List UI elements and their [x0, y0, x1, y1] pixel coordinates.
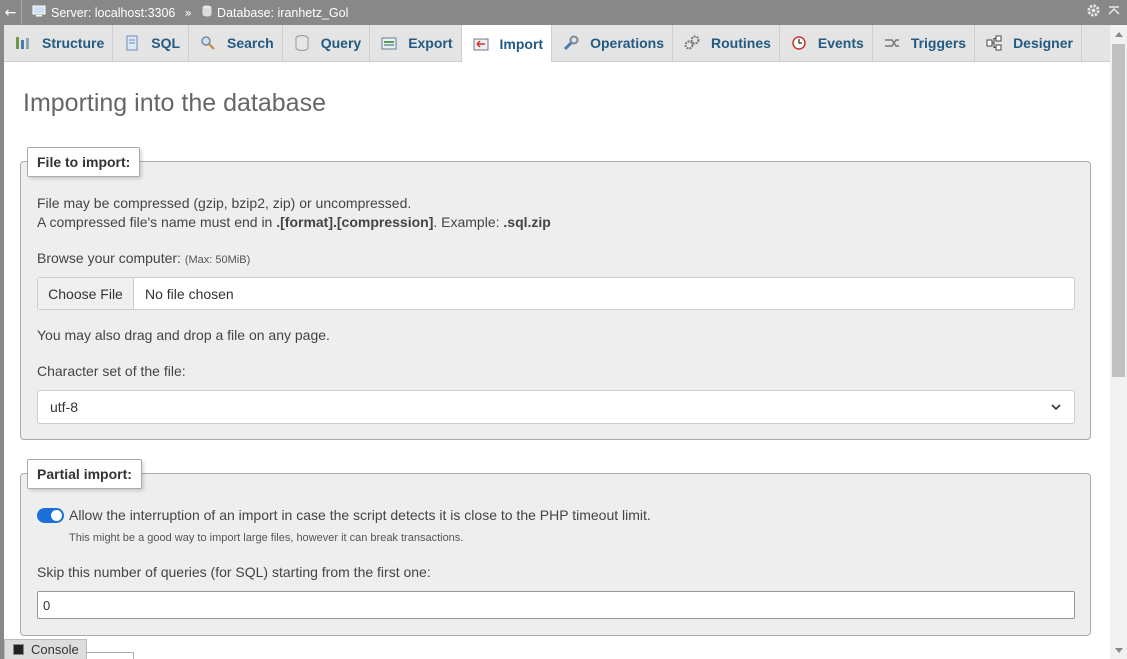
tab-sql[interactable]: SQL — [113, 25, 190, 61]
compression-info-line1: File may be compressed (gzip, bzip2, zip… — [37, 195, 412, 211]
tab-label: Query — [320, 35, 362, 51]
breadcrumb-server-label: Server: localhost:3306 — [51, 5, 176, 20]
line2-prefix: A compressed file's name must end in — [37, 214, 277, 230]
page-title: Importing into the database — [23, 89, 326, 117]
main-content: Importing into the database File to impo… — [4, 62, 1110, 659]
tab-export[interactable]: Export — [370, 25, 462, 61]
line2-mid: . Example: — [433, 214, 504, 230]
tab-designer[interactable]: Designer — [975, 25, 1082, 61]
console-icon — [13, 644, 24, 655]
tab-operations[interactable]: Operations — [552, 25, 673, 61]
server-icon — [32, 5, 46, 20]
import-icon — [472, 36, 490, 52]
file-to-import-fieldset: File to import: File may be compressed (… — [20, 147, 1091, 440]
drag-drop-hint: You may also drag and drop a file on any… — [37, 327, 330, 343]
scrollbar-thumb[interactable] — [1112, 44, 1125, 377]
chevron-down-icon — [1050, 400, 1062, 416]
scroll-up-arrow-icon[interactable] — [1110, 25, 1127, 42]
console-label: Console — [31, 642, 79, 657]
tab-routines[interactable]: Routines — [673, 25, 780, 61]
file-input[interactable]: Choose File No file chosen — [37, 277, 1075, 310]
charset-value: utf-8 — [50, 399, 79, 415]
partial-import-legend: Partial import: — [27, 459, 142, 489]
file-chosen-status: No file chosen — [145, 285, 234, 302]
back-arrow-icon[interactable]: ← — [0, 0, 22, 25]
browse-text: Browse your computer: — [37, 250, 185, 266]
breadcrumb-server[interactable]: Server: localhost:3306 — [32, 5, 175, 20]
database-icon — [202, 5, 212, 20]
tab-label: Events — [817, 35, 864, 51]
allow-interrupt-toggle[interactable] — [37, 508, 64, 523]
tab-label: Triggers — [910, 35, 967, 51]
export-icon — [380, 35, 398, 51]
sql-icon — [123, 35, 141, 51]
next-fieldset-legend-peek — [80, 652, 134, 659]
tab-triggers[interactable]: Triggers — [873, 25, 976, 61]
collapse-icon[interactable] — [1107, 4, 1121, 22]
structure-icon — [14, 35, 32, 51]
tab-label: Routines — [711, 35, 771, 51]
breadcrumb-database[interactable]: Database: iranhetz_Gol — [202, 5, 348, 20]
breadcrumb-separator: » — [184, 5, 193, 20]
skip-queries-input[interactable]: 0 — [37, 591, 1075, 619]
max-size: (Max: 50MiB) — [184, 254, 251, 266]
tab-bar: Structure SQL Search Query Export Import… — [4, 25, 1110, 62]
charset-select[interactable]: utf-8 — [37, 390, 1075, 424]
tab-label: Structure — [42, 35, 105, 51]
allow-interrupt-label[interactable]: Allow the interruption of an import in c… — [69, 507, 651, 523]
settings-gear-icon[interactable] — [1086, 3, 1101, 22]
tab-structure[interactable]: Structure — [4, 25, 114, 61]
file-to-import-legend: File to import: — [27, 147, 141, 177]
wrench-icon — [562, 35, 580, 51]
line2-format: .[format].[compression] — [276, 214, 434, 230]
charset-label: Character set of the file: — [37, 363, 186, 379]
allow-interrupt-hint: This might be a good way to import large… — [69, 532, 464, 544]
skip-queries-label: Skip this number of queries (for SQL) st… — [37, 564, 431, 580]
tab-label: Import — [499, 35, 544, 52]
tab-label: Export — [408, 35, 453, 51]
scroll-down-arrow-icon[interactable] — [1110, 642, 1127, 659]
tab-label: Operations — [590, 35, 664, 51]
query-icon — [293, 35, 311, 51]
breadcrumb-database-label: Database: iranhetz_Gol — [217, 5, 349, 20]
tab-search[interactable]: Search — [189, 25, 283, 61]
clock-icon — [790, 35, 808, 51]
triggers-icon — [883, 35, 901, 51]
partial-import-fieldset: Partial import: Allow the interruption o… — [20, 459, 1091, 636]
choose-file-button[interactable]: Choose File — [38, 278, 134, 309]
routines-icon — [683, 35, 701, 51]
designer-icon — [985, 35, 1003, 51]
vertical-scrollbar[interactable] — [1110, 25, 1127, 659]
console-toggle[interactable]: Console — [4, 639, 87, 659]
tab-events[interactable]: Events — [780, 25, 873, 61]
toggle-knob — [51, 510, 62, 521]
browse-label: Browse your computer: (Max: 50MiB) — [37, 250, 250, 266]
tab-label: Designer — [1013, 35, 1073, 51]
tab-label: SQL — [151, 35, 181, 51]
line2-example: .sql.zip — [503, 214, 551, 230]
tab-query[interactable]: Query — [283, 25, 371, 61]
compression-info-line2: A compressed file's name must end in .[f… — [37, 214, 551, 230]
breadcrumb: ← Server: localhost:3306 » Database: ira… — [0, 0, 1127, 25]
tab-import[interactable]: Import — [461, 25, 553, 62]
tab-label: Search — [227, 35, 274, 51]
search-icon — [199, 35, 217, 51]
